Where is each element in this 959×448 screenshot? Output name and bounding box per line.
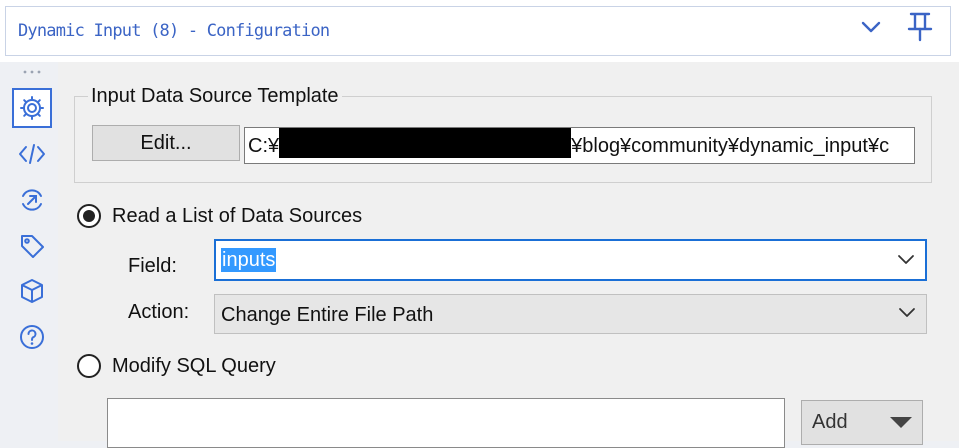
action-dropdown[interactable]: Change Entire File Path (214, 294, 927, 334)
chevron-down-icon[interactable] (858, 14, 884, 40)
modify-sql-radio[interactable] (77, 354, 101, 378)
pin-icon[interactable] (905, 11, 935, 43)
redacted-block (279, 128, 572, 158)
chevron-down-icon (899, 308, 915, 317)
path-suffix: ¥blog¥community¥dynamic_input¥c (571, 135, 890, 157)
field-label: Field: (128, 255, 177, 277)
sidebar-item-tags[interactable] (12, 226, 52, 266)
grip-handle[interactable] (22, 69, 42, 75)
sidebar-item-annotation[interactable] (12, 180, 52, 220)
help-icon (20, 325, 44, 349)
template-group-label: Input Data Source Template (88, 85, 342, 107)
tag-icon (21, 235, 44, 258)
read-list-label: Read a List of Data Sources (112, 205, 363, 227)
config-header-bar: Dynamic Input (8) - Configuration (5, 6, 951, 56)
edit-button[interactable]: Edit... (92, 125, 240, 161)
path-prefix: C:¥ (248, 135, 280, 157)
field-dropdown[interactable]: inputs (214, 239, 927, 281)
read-list-radio[interactable] (77, 204, 101, 228)
chevron-down-icon (898, 255, 914, 264)
gear-icon (20, 96, 44, 120)
cube-icon (21, 279, 43, 303)
window-title: Dynamic Input (8) - Configuration (18, 21, 330, 41)
sidebar-item-help[interactable] (12, 317, 52, 357)
config-header: Dynamic Input (8) - Configuration (0, 0, 959, 62)
action-value: Change Entire File Path (221, 304, 434, 326)
sidebar-item-code[interactable] (12, 134, 52, 174)
add-dropdown-button[interactable]: Add (801, 400, 923, 445)
add-label: Add (812, 411, 848, 433)
annotation-icon (22, 189, 42, 211)
sidebar-item-metadata[interactable] (12, 271, 52, 311)
dropdown-arrow-icon (890, 417, 912, 428)
modify-sql-label: Modify SQL Query (112, 355, 276, 377)
code-icon (19, 144, 45, 164)
sidebar-item-configuration[interactable] (12, 88, 52, 128)
template-path-field[interactable]: C:¥ ¥blog¥community¥dynamic_input¥c (244, 127, 915, 164)
field-value: inputs (221, 248, 277, 272)
action-label: Action: (128, 301, 190, 323)
